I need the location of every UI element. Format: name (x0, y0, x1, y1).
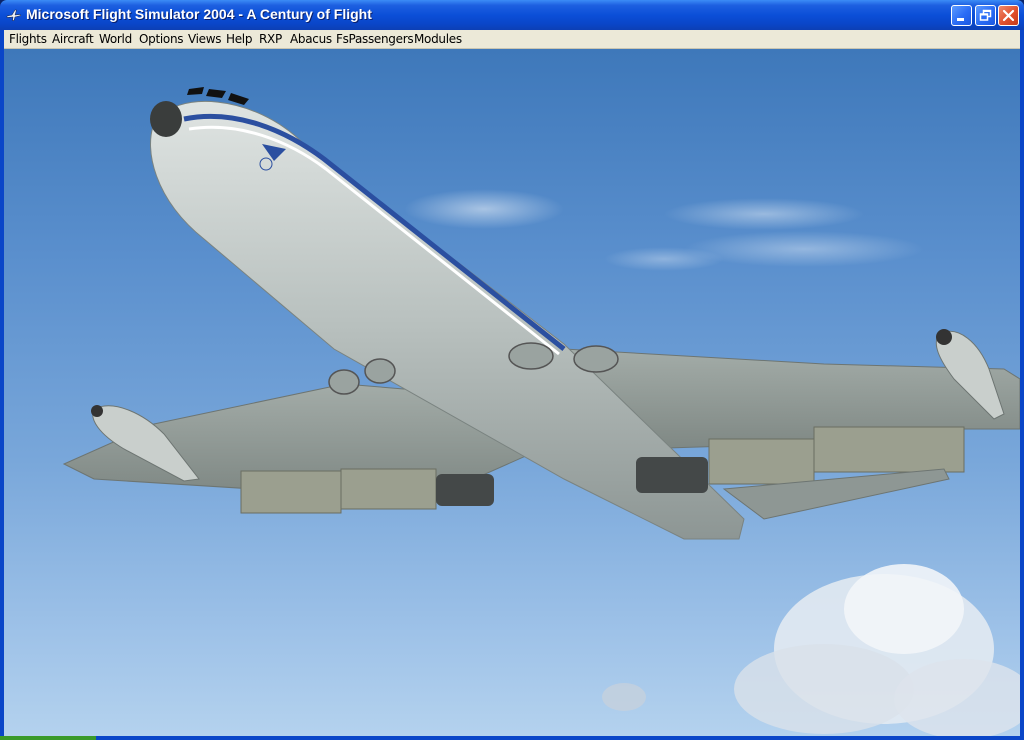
menu-bar: Flights Aircraft World Options Views Hel… (4, 30, 1020, 49)
close-button[interactable] (998, 5, 1019, 26)
minimize-button[interactable] (951, 5, 972, 26)
window-frame-right (1020, 30, 1024, 740)
menu-world[interactable]: World (99, 32, 132, 46)
window-frame-bottom (0, 736, 1024, 740)
menu-aircraft[interactable]: Aircraft (52, 32, 94, 46)
restore-icon (979, 9, 992, 21)
restore-button[interactable] (975, 5, 996, 26)
cloud-wisps (404, 189, 924, 271)
title-bar[interactable]: Microsoft Flight Simulator 2004 - A Cent… (0, 0, 1024, 30)
menu-modules[interactable]: Modules (414, 32, 462, 46)
scene-graphic (62, 87, 1020, 736)
menu-rxp[interactable]: RXP (259, 32, 282, 46)
simulator-viewport[interactable] (4, 49, 1020, 736)
app-window: Microsoft Flight Simulator 2004 - A Cent… (0, 0, 1024, 740)
menu-flights[interactable]: Flights (9, 32, 47, 46)
window-title: Microsoft Flight Simulator 2004 - A Cent… (26, 6, 372, 22)
menu-views[interactable]: Views (188, 32, 222, 46)
menu-abacus[interactable]: Abacus (290, 32, 332, 46)
jet-aircraft (62, 87, 1020, 540)
plane-icon[interactable] (6, 8, 22, 22)
minimize-icon (957, 18, 964, 21)
menu-help[interactable]: Help (226, 32, 252, 46)
menu-fspassengers[interactable]: FsPassengers (336, 32, 414, 46)
menu-options[interactable]: Options (139, 32, 184, 46)
close-icon (1002, 9, 1015, 22)
taskbar-start-sliver (0, 736, 96, 740)
cumulus-cloud (602, 564, 1020, 736)
